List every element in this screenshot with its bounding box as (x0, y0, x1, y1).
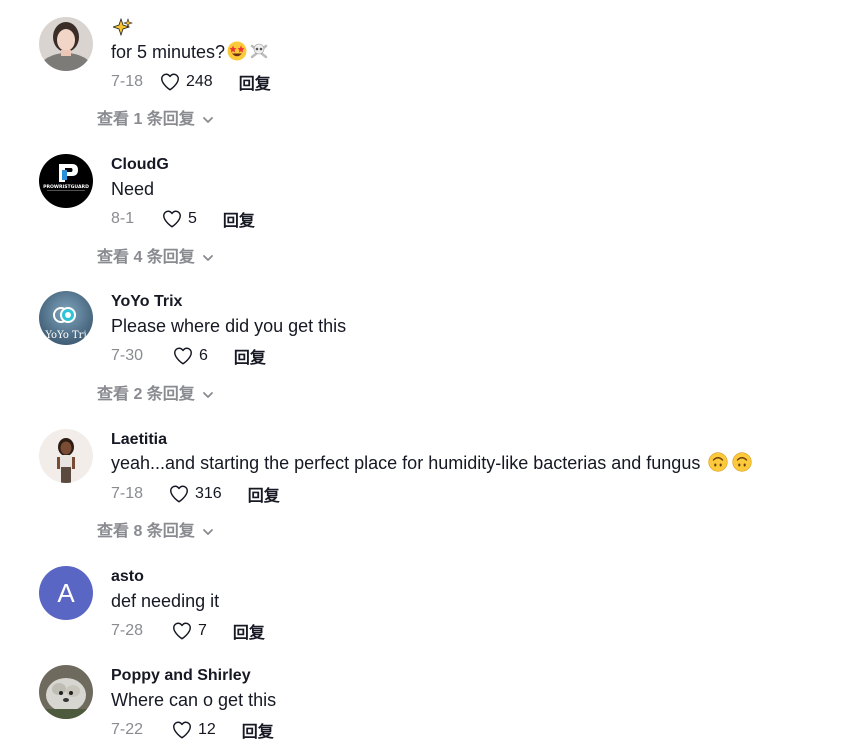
heart-icon (168, 483, 190, 505)
like-button[interactable]: 7 (171, 620, 207, 642)
comment-date: 7-28 (111, 622, 144, 639)
avatar-logo-text: YoYo Tri (44, 330, 86, 341)
avatar-logo-text: PROWRISTGUARD (43, 184, 89, 190)
like-button[interactable]: 5 (161, 208, 197, 230)
like-count: 248 (186, 73, 213, 90)
comment-author[interactable]: YoYo Trix (111, 292, 182, 312)
heart-icon (171, 620, 193, 642)
comment-text: Please where did you get this (111, 316, 347, 336)
like-count: 316 (195, 485, 222, 502)
reply-button[interactable]: 回复 (233, 619, 265, 643)
comment-meta: 7-22 12 回复 (111, 718, 274, 742)
avatar[interactable] (39, 17, 93, 71)
comment-text: Need (111, 179, 155, 199)
reply-button[interactable]: 回复 (248, 482, 280, 506)
comment-date: 7-30 (111, 347, 144, 364)
avatar-letter: A (57, 577, 75, 608)
comment-text: for 5 minutes? (111, 40, 269, 64)
view-replies-button[interactable]: 查看 8 条回复 (97, 521, 215, 543)
sparkles-emoji (113, 18, 133, 38)
like-count: 12 (198, 721, 216, 738)
heart-icon (171, 719, 193, 741)
heart-icon (161, 208, 183, 230)
comment-text: def needing it (111, 591, 220, 611)
avatar[interactable] (39, 665, 93, 719)
heart-icon (172, 345, 194, 367)
view-replies-label: 查看 2 条回复 (97, 386, 195, 403)
view-replies-button[interactable]: 查看 4 条回复 (97, 247, 215, 269)
comment-meta: 7-30 6 回复 (111, 344, 266, 368)
avatar[interactable]: A (39, 566, 93, 620)
upside-down-face-emoji (732, 452, 752, 472)
like-button[interactable]: 6 (172, 345, 208, 367)
like-button[interactable]: 248 (159, 71, 213, 93)
comment-author[interactable]: Poppy and Shirley (111, 666, 251, 686)
view-replies-label: 查看 4 条回复 (97, 249, 195, 266)
comment-meta: 8-1 5 回复 (111, 207, 255, 231)
like-button[interactable]: 12 (171, 719, 216, 741)
chevron-down-icon (195, 113, 215, 127)
reply-button[interactable]: 回复 (242, 718, 274, 742)
view-replies-label: 查看 1 条回复 (97, 111, 195, 128)
like-count: 5 (188, 210, 197, 227)
reply-button[interactable]: 回复 (239, 70, 271, 94)
comment-meta: 7-18 248 回复 (111, 70, 271, 94)
skull-crossbones-emoji (249, 41, 269, 61)
comment-date: 8-1 (111, 210, 135, 227)
view-replies-label: 查看 8 条回复 (97, 523, 195, 540)
star-struck-emoji (227, 41, 247, 61)
like-button[interactable]: 316 (168, 483, 222, 505)
comment-author[interactable]: CloudG (111, 155, 169, 175)
comment-date: 7-18 (111, 73, 144, 90)
reply-button[interactable]: 回复 (223, 207, 255, 231)
chevron-down-icon (195, 251, 215, 265)
avatar[interactable]: PROWRISTGUARD (39, 154, 93, 208)
comment-author[interactable] (111, 18, 133, 41)
comment-text: yeah...and starting the perfect place fo… (111, 451, 752, 475)
comment-date: 7-18 (111, 485, 144, 502)
reply-button[interactable]: 回复 (234, 344, 266, 368)
comment-text: Where can o get this (111, 690, 277, 710)
upside-down-face-emoji (708, 452, 728, 472)
comment-meta: 7-18 316 回复 (111, 482, 280, 506)
like-count: 6 (199, 347, 208, 364)
view-replies-button[interactable]: 查看 2 条回复 (97, 384, 215, 406)
chevron-down-icon (195, 525, 215, 539)
comment-list: for 5 minutes? 7-18 248 回复 查看 1 条回复 PROW… (0, 0, 866, 755)
avatar[interactable] (39, 429, 93, 483)
avatar[interactable]: YoYo Tri (39, 291, 93, 345)
comment-meta: 7-28 7 回复 (111, 619, 265, 643)
comment-author[interactable]: asto (111, 567, 144, 587)
heart-icon (159, 71, 181, 93)
chevron-down-icon (195, 388, 215, 402)
like-count: 7 (198, 622, 207, 639)
view-replies-button[interactable]: 查看 1 条回复 (97, 109, 215, 131)
comment-date: 7-22 (111, 721, 144, 738)
comment-author[interactable]: Laetitia (111, 430, 167, 450)
